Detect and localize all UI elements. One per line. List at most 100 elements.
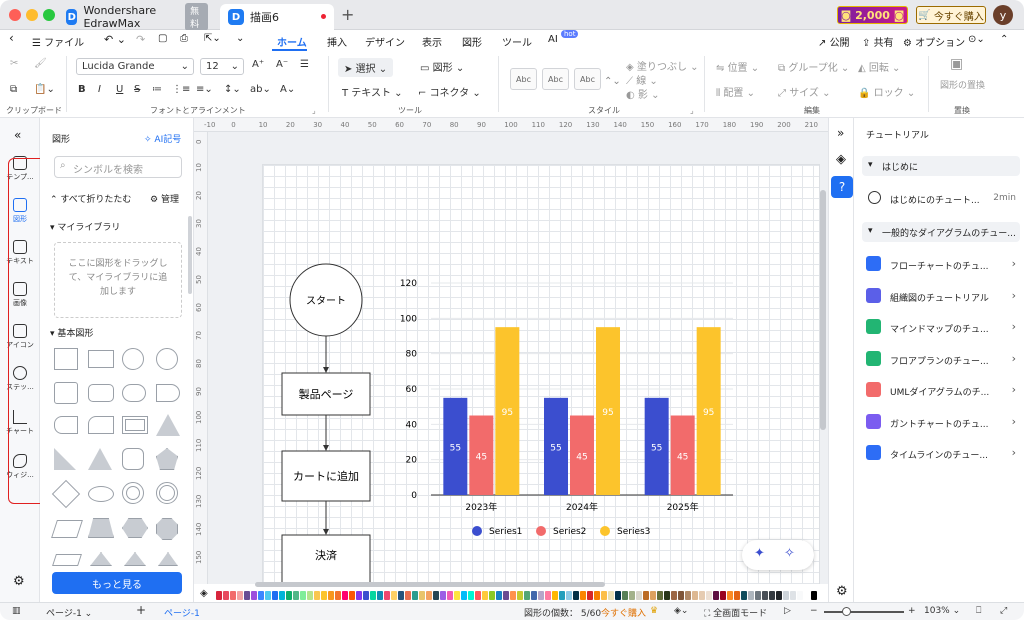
shape-tool[interactable]: ▭ 図形 ⌄ [420, 59, 464, 74]
color-swatch[interactable] [433, 591, 439, 600]
select-tool[interactable]: ➤ 選択 ⌄ [338, 58, 394, 77]
font-size-select[interactable]: 12 ⌄ [200, 58, 244, 75]
format-painter-icon[interactable]: 🖌 [34, 58, 47, 69]
tutorial-item[interactable]: タイムラインのチュー... › [862, 443, 1020, 463]
close-window-button[interactable] [9, 9, 21, 21]
horizontal-scrollbar[interactable] [255, 582, 605, 587]
color-swatch[interactable] [321, 591, 327, 600]
color-swatch[interactable] [244, 591, 250, 600]
color-swatch[interactable] [762, 591, 768, 600]
shape-diamond[interactable] [51, 479, 81, 509]
color-swatch[interactable] [461, 591, 467, 600]
color-swatch[interactable] [643, 591, 649, 600]
tutorial-item[interactable]: 組織図のチュートリアル › [862, 286, 1020, 306]
line-button[interactable]: ⟋ 線 ⌄ [626, 72, 658, 87]
shape-pill[interactable] [122, 384, 146, 402]
shape-ellipse[interactable] [88, 486, 114, 502]
shape-double-circle[interactable] [156, 482, 178, 504]
color-swatch[interactable] [594, 591, 600, 600]
color-swatch[interactable] [748, 591, 754, 600]
color-swatch[interactable] [314, 591, 320, 600]
drawing-page[interactable]: スタート 製品ページ カートに追加 決済 0 20 40 60 80 100 120 55 45… [262, 164, 820, 584]
color-swatch[interactable] [475, 591, 481, 600]
lock-button[interactable]: 🔒 ロック ⌄ [858, 84, 915, 99]
color-swatch[interactable] [398, 591, 404, 600]
color-swatch[interactable] [538, 591, 544, 600]
connector-tool[interactable]: ⌐ コネクタ ⌄ [418, 84, 481, 99]
shape-rounded-rectangle[interactable] [88, 384, 114, 402]
color-swatch[interactable] [335, 591, 341, 600]
color-swatch[interactable] [685, 591, 691, 600]
page-tab[interactable]: ページ-1 [164, 606, 200, 619]
shape-right-triangle[interactable] [54, 448, 76, 470]
panel-scrollbar[interactable] [188, 216, 192, 294]
color-swatch[interactable] [279, 591, 285, 600]
color-swatch[interactable] [636, 591, 642, 600]
shape-trapezoid[interactable] [88, 518, 114, 538]
tab-insert[interactable]: 挿入 [327, 34, 347, 49]
style-more-icon[interactable]: ⌃⌄ [604, 76, 621, 87]
my-library-drop-zone[interactable]: ここに図形をドラッグして、マイライブラリに追加します [54, 242, 182, 318]
text-case-icon[interactable]: ☰ [300, 59, 309, 70]
color-swatch[interactable] [657, 591, 663, 600]
shape-triangle[interactable] [156, 414, 180, 436]
color-swatch[interactable] [447, 591, 453, 600]
more-shapes-button[interactable]: もっと見る [52, 572, 182, 594]
shape-circle[interactable] [122, 348, 144, 370]
help-tutorial-icon[interactable]: ? [831, 176, 853, 198]
shape-triangle-2[interactable] [88, 448, 112, 470]
color-swatch[interactable] [608, 591, 614, 600]
color-swatch[interactable] [713, 591, 719, 600]
shape-parallelogram[interactable] [51, 520, 83, 538]
save-icon[interactable]: ▢ [158, 33, 167, 44]
cut-icon[interactable]: ✂ [10, 58, 18, 69]
format-paint-icon[interactable]: ◈ [836, 152, 846, 167]
collapse-panel-icon[interactable]: « [14, 128, 21, 142]
my-library-header[interactable]: ▾ マイライブラリ [50, 220, 120, 233]
color-swatch[interactable] [629, 591, 635, 600]
intro-tutorial-item[interactable]: はじめにのチュート... 2min [862, 188, 1020, 208]
help-icon[interactable]: ⊙⌄ [968, 34, 985, 45]
group-button[interactable]: ⧉ グループ化 ⌄ [778, 59, 849, 74]
style-swatch-2[interactable]: Abc [542, 68, 569, 90]
color-swatch[interactable] [370, 591, 376, 600]
rotate-button[interactable]: ◭ 回転 ⌄ [858, 59, 900, 74]
ai-symbol-button[interactable]: ✧ AI記号 [144, 132, 181, 145]
zoom-level[interactable]: 103% ⌄ [924, 606, 960, 616]
shape-triangle-3[interactable] [90, 552, 112, 566]
shape-snip-corner[interactable] [88, 416, 114, 434]
fit-page-icon[interactable]: ⎕ [976, 606, 981, 616]
share-button[interactable]: ⇪ 共有 [862, 34, 894, 49]
shadow-button[interactable]: ◐ 影 ⌄ [626, 86, 659, 101]
color-swatch[interactable] [580, 591, 586, 600]
shape-square[interactable] [54, 348, 78, 370]
color-swatch[interactable] [419, 591, 425, 600]
position-button[interactable]: ⇋ 位置 ⌄ [716, 59, 759, 74]
line-spacing-icon[interactable]: ↕⌄ [224, 84, 241, 95]
tutorial-item[interactable]: UMLダイアグラムのチ... › [862, 380, 1020, 400]
color-swatch[interactable] [363, 591, 369, 600]
color-swatch[interactable] [510, 591, 516, 600]
italic-icon[interactable]: I [98, 84, 101, 95]
color-swatch[interactable] [811, 591, 817, 600]
align-button[interactable]: ⫴ 配置 ⌄ [716, 84, 755, 99]
text-tool[interactable]: T テキスト ⌄ [342, 84, 403, 99]
paste-icon[interactable]: 📋⌄ [34, 84, 55, 95]
bar-chart[interactable]: 0 20 40 60 80 100 120 55 45 95 2023年 55 45 95 2024年 55 4… [400, 279, 733, 537]
color-swatch[interactable] [307, 591, 313, 600]
tab-ai[interactable]: AI [548, 34, 558, 45]
color-swatch[interactable] [251, 591, 257, 600]
color-swatch[interactable] [545, 591, 551, 600]
font-color-icon[interactable]: A⌄ [280, 84, 295, 95]
color-swatch[interactable] [692, 591, 698, 600]
avatar[interactable]: y [993, 5, 1013, 25]
color-swatch[interactable] [552, 591, 558, 600]
document-tab[interactable]: D 描画6 [220, 4, 334, 30]
shape-hexagon[interactable] [122, 518, 148, 538]
tutorial-item[interactable]: フローチャートのチュ... › [862, 254, 1020, 274]
bullet-list-icon[interactable]: ≔ [152, 84, 162, 95]
color-swatch[interactable] [412, 591, 418, 600]
fit-width-icon[interactable]: ⤢ [1000, 606, 1007, 616]
color-swatch[interactable] [699, 591, 705, 600]
replace-shape-icon[interactable]: ▣ [950, 56, 963, 72]
